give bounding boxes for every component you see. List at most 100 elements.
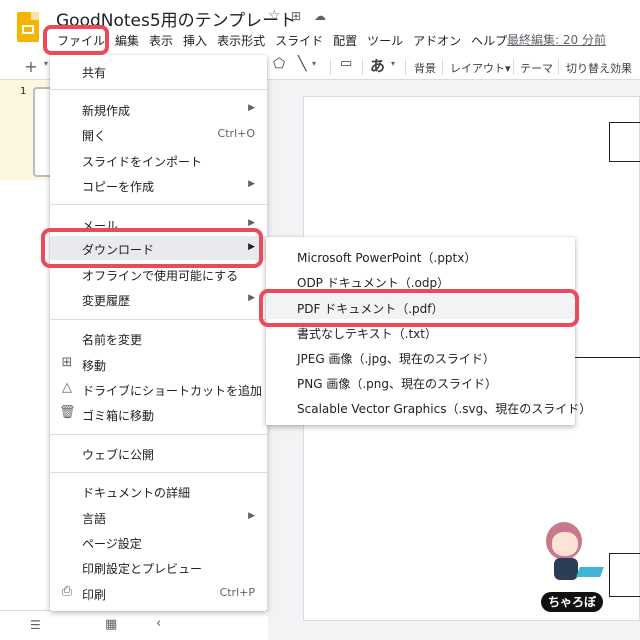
submenu-item-label: PNG 画像（.png、現在のスライド） <box>297 377 497 391</box>
input-tools-dropdown-icon[interactable]: ▾ <box>391 59 395 68</box>
menu-divider <box>50 204 267 205</box>
mascot-face <box>552 532 578 556</box>
menu-divider <box>50 472 267 473</box>
input-tools-button[interactable]: あ <box>370 55 385 76</box>
download-highlight <box>41 228 263 268</box>
menu-item-label: ドキュメントの詳細 <box>82 486 191 500</box>
menu-item-label: 印刷設定とプレビュー <box>82 562 203 576</box>
comment-icon[interactable]: ▭ <box>340 56 352 71</box>
menu-item-import-slides[interactable]: スライドをインポート <box>50 148 267 172</box>
submenu-arrow-icon: ▶ <box>248 218 255 228</box>
menu-item-publish[interactable]: ウェブに公開 <box>50 441 267 465</box>
menu-format[interactable]: 表示形式 <box>212 32 270 49</box>
slides-logo[interactable] <box>17 12 39 42</box>
menu-item-make-copy[interactable]: コピーを作成 ▶ <box>50 173 267 197</box>
line-dropdown-icon[interactable]: ▾ <box>312 59 316 68</box>
submenu-item-label: Scalable Vector Graphics（.svg、現在のスライド） <box>297 402 592 416</box>
cloud-status-icon[interactable]: ☁ <box>314 9 326 23</box>
submenu-item-label: Microsoft PowerPoint（.pptx） <box>297 251 477 265</box>
new-slide-dropdown-icon[interactable]: ▾ <box>44 59 48 68</box>
collapse-panel-icon[interactable]: ‹ <box>156 616 161 631</box>
toolbar-divider <box>405 59 406 75</box>
layout-button[interactable]: レイアウト▾ <box>450 60 511 76</box>
slide-line[interactable] <box>575 357 640 358</box>
menu-item-label: コピーを作成 <box>82 180 155 194</box>
theme-button[interactable]: テーマ <box>520 60 553 76</box>
menu-item-label: ページ設定 <box>82 537 142 551</box>
submenu-arrow-icon: ▶ <box>248 179 255 189</box>
mascot-scarf <box>576 567 604 577</box>
new-slide-button[interactable]: + <box>18 57 44 77</box>
submenu-arrow-icon: ▶ <box>248 103 255 113</box>
menu-item-add-shortcut[interactable]: △ ドライブにショートカットを追加 <box>50 377 267 401</box>
drive-shortcut-icon: △ <box>62 380 72 395</box>
grid-view-icon[interactable]: ▦ <box>105 617 117 632</box>
menu-item-share[interactable]: 共有 <box>50 59 267 83</box>
download-pptx[interactable]: Microsoft PowerPoint（.pptx） <box>266 243 575 268</box>
menu-item-page-setup[interactable]: ページ設定 <box>50 530 267 554</box>
menu-insert[interactable]: 挿入 <box>178 32 212 49</box>
menu-item-label: 新規作成 <box>82 104 131 118</box>
pdf-highlight <box>259 289 579 327</box>
menu-item-details[interactable]: ドキュメントの詳細 <box>50 479 267 503</box>
mascot-label: ちゃろぼ <box>541 592 603 612</box>
menu-item-print[interactable]: ⎙ 印刷 Ctrl+P <box>50 581 267 605</box>
menu-item-language[interactable]: 言語 ▶ <box>50 505 267 529</box>
menu-divider <box>50 434 267 435</box>
move-folder-icon[interactable]: ⊞ <box>291 9 301 23</box>
menu-addons[interactable]: アドオン <box>408 32 466 49</box>
line-icon[interactable]: ╲ <box>298 56 306 72</box>
menu-item-print-preview[interactable]: 印刷設定とプレビュー <box>50 555 267 579</box>
menu-item-label: 名前を変更 <box>82 333 143 347</box>
menu-item-label: ゴミ箱に移動 <box>82 409 155 423</box>
submenu-arrow-icon: ▶ <box>248 511 255 521</box>
menu-item-rename[interactable]: 名前を変更 <box>50 326 267 350</box>
file-menu-highlight <box>43 25 109 55</box>
menu-help[interactable]: ヘルプ <box>466 32 512 49</box>
menu-item-label: スライドをインポート <box>82 155 203 169</box>
toolbar-divider <box>442 59 443 75</box>
submenu-item-label: 書式なしテキスト（.txt） <box>297 327 437 341</box>
toolbar-divider <box>513 59 514 75</box>
toolbar-divider <box>330 59 331 75</box>
menu-item-label: 共有 <box>82 66 107 80</box>
menu-item-label: 開く <box>82 129 107 143</box>
slide-rectangle[interactable] <box>609 122 640 162</box>
folder-move-icon: ⊞ <box>61 355 73 370</box>
menu-item-version-history[interactable]: 変更履歴 ▶ <box>50 287 267 311</box>
menu-item-label: ドライブにショートカットを追加 <box>82 384 263 398</box>
download-svg[interactable]: Scalable Vector Graphics（.svg、現在のスライド） <box>266 394 591 419</box>
transition-button[interactable]: 切り替え効果 <box>566 60 632 76</box>
menu-bar: ファイル 編集 表示 挿入 表示形式 スライド 配置 ツール アドオン ヘルプ <box>48 31 512 49</box>
menu-divider <box>50 89 267 90</box>
menu-item-label: 言語 <box>82 512 107 526</box>
mascot-body <box>554 558 578 580</box>
menu-item-label: 変更履歴 <box>82 294 131 308</box>
menu-item-open[interactable]: 開く Ctrl+O <box>50 122 267 146</box>
submenu-item-label: JPEG 画像（.jpg、現在のスライド） <box>297 352 495 366</box>
filmstrip-view-icon[interactable]: ☰ <box>30 618 41 632</box>
background-button[interactable]: 背景 <box>414 60 436 76</box>
shortcut-text: Ctrl+P <box>219 586 255 599</box>
menu-tools[interactable]: ツール <box>362 32 408 49</box>
menu-item-new[interactable]: 新規作成 ▶ <box>50 97 267 121</box>
menu-item-label: 印刷 <box>82 588 107 602</box>
download-png[interactable]: PNG 画像（.png、現在のスライド） <box>266 369 575 394</box>
shape-icon[interactable]: ⬠ <box>273 56 285 72</box>
menu-arrange[interactable]: 配置 <box>328 32 362 49</box>
last-edit-link[interactable]: 最終編集: 20 分前 <box>507 31 606 48</box>
star-icon[interactable]: ☆ <box>268 8 281 24</box>
menu-item-trash[interactable]: 🗑 ゴミ箱に移動 <box>50 402 267 426</box>
menu-item-label: ウェブに公開 <box>82 448 155 462</box>
submenu-arrow-icon: ▶ <box>248 293 255 303</box>
menu-item-move[interactable]: ⊞ 移動 <box>50 352 267 376</box>
printer-icon: ⎙ <box>61 584 73 599</box>
slide-rectangle[interactable] <box>609 553 640 597</box>
menu-view[interactable]: 表示 <box>144 32 178 49</box>
menu-slide[interactable]: スライド <box>270 32 328 49</box>
trash-icon: 🗑 <box>59 405 76 420</box>
menu-divider <box>50 319 267 320</box>
toolbar-divider <box>362 59 363 75</box>
menu-edit[interactable]: 編集 <box>110 32 144 49</box>
download-jpg[interactable]: JPEG 画像（.jpg、現在のスライド） <box>266 344 575 369</box>
